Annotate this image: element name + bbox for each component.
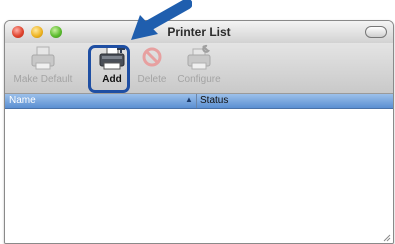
sort-ascending-icon: ▲ [185, 95, 193, 104]
window-title: Printer List [167, 25, 231, 39]
pointer-arrow-icon [131, 0, 192, 40]
column-divider[interactable] [196, 94, 197, 108]
delete-label: Delete [137, 74, 167, 85]
printer-list[interactable] [5, 109, 393, 243]
printer-icon [31, 46, 55, 70]
toolbar-toggle-button[interactable] [365, 26, 387, 38]
make-default-button[interactable]: Make Default [7, 44, 79, 85]
resize-grip-icon[interactable] [381, 232, 391, 242]
printer-list-window: Printer List Make Default Add Delete Con… [4, 20, 394, 244]
column-header-status[interactable]: Status [200, 95, 228, 106]
title-bar[interactable]: Printer List [5, 21, 393, 43]
make-default-label: Make Default [13, 74, 73, 85]
toolbar: Make Default Add Delete Configure [5, 43, 393, 94]
configure-label: Configure [177, 74, 221, 85]
add-button-highlight [88, 45, 130, 93]
list-header: Name ▲ Status [5, 94, 393, 109]
column-header-name[interactable]: Name [9, 95, 36, 106]
